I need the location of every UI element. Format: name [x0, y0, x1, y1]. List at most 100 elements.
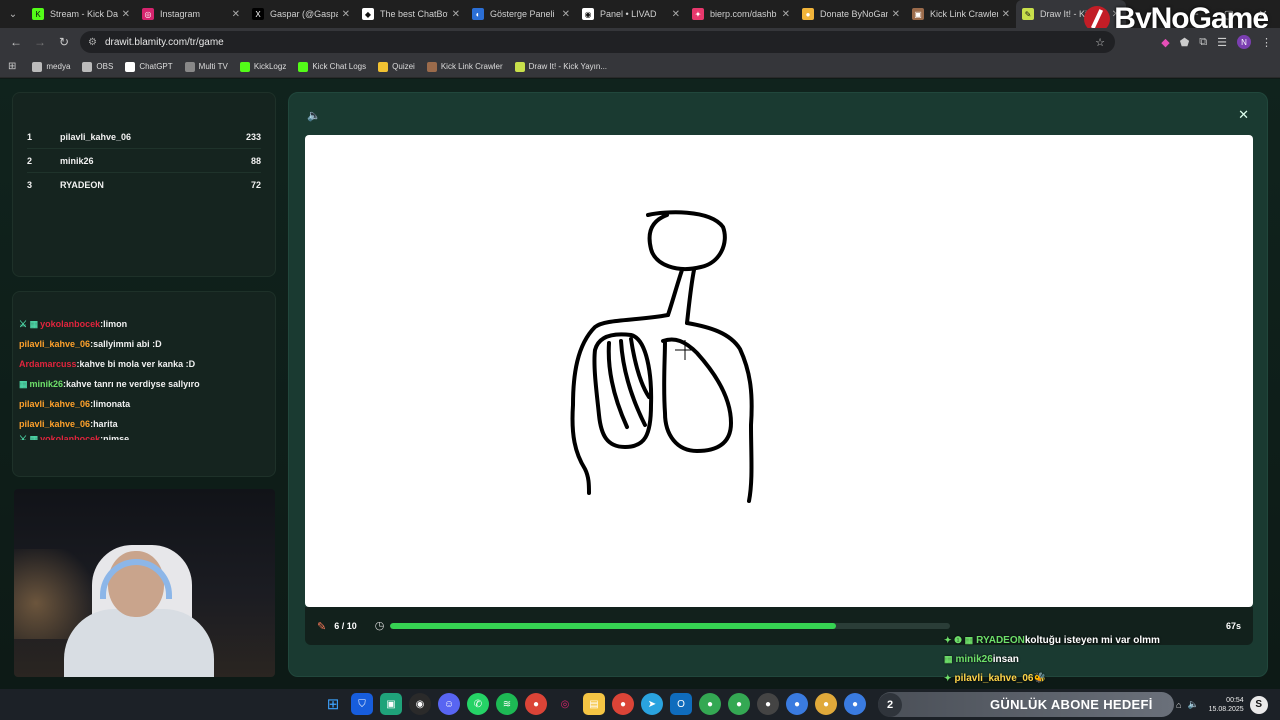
chrome-icon[interactable]: ●: [525, 693, 547, 715]
bookmark-item[interactable]: ChatGPT: [125, 61, 173, 72]
extension-icon[interactable]: ◆: [1161, 36, 1169, 49]
sound-icon[interactable]: 🔈: [307, 109, 321, 122]
bookmark-item[interactable]: Multi TV: [184, 61, 228, 72]
tab-close-icon[interactable]: ✕: [232, 9, 240, 20]
chat-username: pilavli_kahve_06: [19, 419, 91, 429]
chrome-profile-icon[interactable]: ●: [612, 693, 634, 715]
network-icon[interactable]: ⌂: [1176, 700, 1181, 710]
chat-username: Ardamarcuss: [19, 359, 77, 369]
bookmark-item[interactable]: Kick Link Crawler: [426, 61, 503, 72]
bookmark-item[interactable]: Kick Chat Logs: [298, 61, 366, 72]
reading-list-icon[interactable]: ☰: [1217, 36, 1227, 49]
chrome-profile-2-icon[interactable]: ●: [699, 693, 721, 715]
notification-badge[interactable]: S: [1249, 695, 1268, 714]
site-info-icon[interactable]: ⚙: [88, 37, 97, 48]
outlook-icon[interactable]: O: [670, 693, 692, 715]
drawing-canvas[interactable]: [305, 135, 1253, 607]
tab-close-icon[interactable]: ✕: [892, 9, 900, 20]
browser-tab[interactable]: ● Donate ByNoGam ✕: [796, 0, 906, 28]
app-pink-icon[interactable]: ◎: [554, 693, 576, 715]
chrome-active-icon[interactable]: ●: [757, 693, 779, 715]
chat-username: minik26: [29, 379, 64, 389]
apps-grid-icon[interactable]: ⊞: [8, 61, 16, 72]
browser-tab[interactable]: ◉ Panel • LIVAD ✕: [576, 0, 686, 28]
bookmark-item[interactable]: OBS: [82, 61, 114, 72]
spotify-icon[interactable]: ≋: [496, 693, 518, 715]
browser-tab[interactable]: X Gaspar (@Gaspar ✕: [246, 0, 356, 28]
chat-message: insan: [992, 654, 1019, 665]
round-counter: 6 / 10: [334, 621, 357, 631]
clock-date: 15.08.2025: [1208, 705, 1244, 713]
volume-icon[interactable]: 🔈: [1187, 699, 1198, 710]
extension-shield-icon[interactable]: ⬟: [1180, 36, 1190, 49]
drawing-neck-right-stroke: [685, 268, 696, 325]
tab-close-icon[interactable]: ✕: [782, 9, 790, 20]
tab-title: Gaspar (@Gaspar: [270, 9, 338, 19]
obs-icon[interactable]: ◉: [409, 693, 431, 715]
profile-avatar[interactable]: N: [1237, 35, 1251, 49]
leaderboard-player: RYADEON: [60, 180, 104, 190]
browser-tab[interactable]: ▣ Kick Link Crawler ✕: [906, 0, 1016, 28]
leaderboard-rank: 2: [27, 155, 33, 166]
tab-close-icon[interactable]: ✕: [342, 9, 350, 20]
forward-icon[interactable]: →: [28, 35, 52, 49]
leaderboard-player: pilavli_kahve_06: [60, 131, 132, 142]
tab-close-icon[interactable]: ✕: [672, 9, 680, 20]
bookmark-label: OBS: [96, 62, 114, 71]
chrome-profile-6-icon[interactable]: ●: [844, 693, 866, 715]
bookmark-star-icon[interactable]: ☆: [1095, 36, 1105, 49]
system-tray: ⌂ 🔈 00:54 15.08.2025 S: [1176, 689, 1268, 720]
url-field[interactable]: ⚙ drawit.blamity.com/tr/game ☆: [80, 31, 1115, 53]
file-explorer-icon[interactable]: ▤: [583, 693, 605, 715]
telegram-icon[interactable]: ➤: [641, 693, 663, 715]
chat-message: limonata: [93, 399, 131, 409]
chat-badge-icon: ⚔ ▦: [19, 318, 39, 329]
tab-title: Kick Link Crawler: [930, 9, 998, 19]
chat-log-message: ⚔ ▦ yokolanbocek: limon: [19, 314, 269, 334]
tab-close-icon[interactable]: ✕: [1002, 9, 1010, 20]
system-clock[interactable]: 00:54 15.08.2025: [1209, 696, 1244, 714]
overlay-chat-message: ✦ pilavli_kahve_06 🐝: [944, 669, 1244, 688]
chat-badge-icon: ✦ ❶ ▦: [944, 635, 974, 645]
extensions-puzzle-icon[interactable]: ⧉: [1199, 36, 1207, 49]
bookmark-icon: [426, 61, 437, 72]
windows-taskbar: ⊞ ⛉ ▣ ◉ ☺ ✆ ≋ ● ◎ ▤ ● ➤ O ● ● ● ● ● ● 2 …: [0, 689, 1280, 720]
bookmark-icon: [378, 61, 389, 72]
browser-tab[interactable]: ◆ The best ChatBot ✕: [356, 0, 466, 28]
leaderboard-rank: 3: [27, 180, 33, 190]
tab-close-icon[interactable]: ✕: [122, 9, 130, 20]
bitwarden-icon[interactable]: ⛉: [351, 693, 373, 715]
leaderboard-score: 88: [250, 155, 261, 166]
start-windows-icon[interactable]: ⊞: [322, 693, 344, 715]
chat-badge-icon: ▦: [944, 654, 953, 664]
tab-favicon-icon: ▣: [912, 8, 924, 20]
discord-icon[interactable]: ☺: [438, 693, 460, 715]
chrome-profile-3-icon[interactable]: ●: [728, 693, 750, 715]
bookmark-item[interactable]: medya: [32, 61, 70, 72]
browser-tab[interactable]: ◎ Instagram ✕: [136, 0, 246, 28]
whatsapp-icon[interactable]: ✆: [467, 693, 489, 715]
close-icon[interactable]: ✕: [1238, 107, 1249, 123]
tab-favicon-icon: K: [32, 8, 44, 20]
bookmark-item[interactable]: Quizei: [378, 61, 415, 72]
tab-search-icon[interactable]: ⌄: [0, 0, 26, 28]
chrome-profile-5-icon[interactable]: ●: [815, 693, 837, 715]
tab-close-icon[interactable]: ✕: [562, 9, 570, 20]
bookmark-item[interactable]: KickLogz: [239, 61, 286, 72]
chat-log-list: ⚔ ▦ yokolanbocek: limon pilavli_kahve_06: sa…: [19, 314, 269, 441]
tab-favicon-icon: ✎: [1022, 8, 1034, 20]
bookmark-item[interactable]: Draw It! - Kick Yayın...: [514, 61, 607, 72]
browser-tab[interactable]: ◐ Gösterge Paneli ✕: [466, 0, 576, 28]
tab-close-icon[interactable]: ✕: [452, 9, 460, 20]
app-green-icon[interactable]: ▣: [380, 693, 402, 715]
reload-icon[interactable]: ↻: [52, 35, 76, 49]
browser-tab[interactable]: ✦ bierp.com/dashb ✕: [686, 0, 796, 28]
tab-title: Panel • LIVAD: [600, 9, 657, 19]
overlay-chat-message: ▦ minik26 insan: [944, 650, 1244, 669]
chrome-profile-4-icon[interactable]: ●: [786, 693, 808, 715]
chat-username: pilavli_kahve_06: [19, 339, 91, 349]
goal-count: 2: [878, 692, 902, 717]
menu-kebab-icon[interactable]: ⋮: [1261, 36, 1272, 49]
browser-tab[interactable]: K Stream - Kick Dash ✕: [26, 0, 136, 28]
back-icon[interactable]: ←: [4, 35, 28, 49]
